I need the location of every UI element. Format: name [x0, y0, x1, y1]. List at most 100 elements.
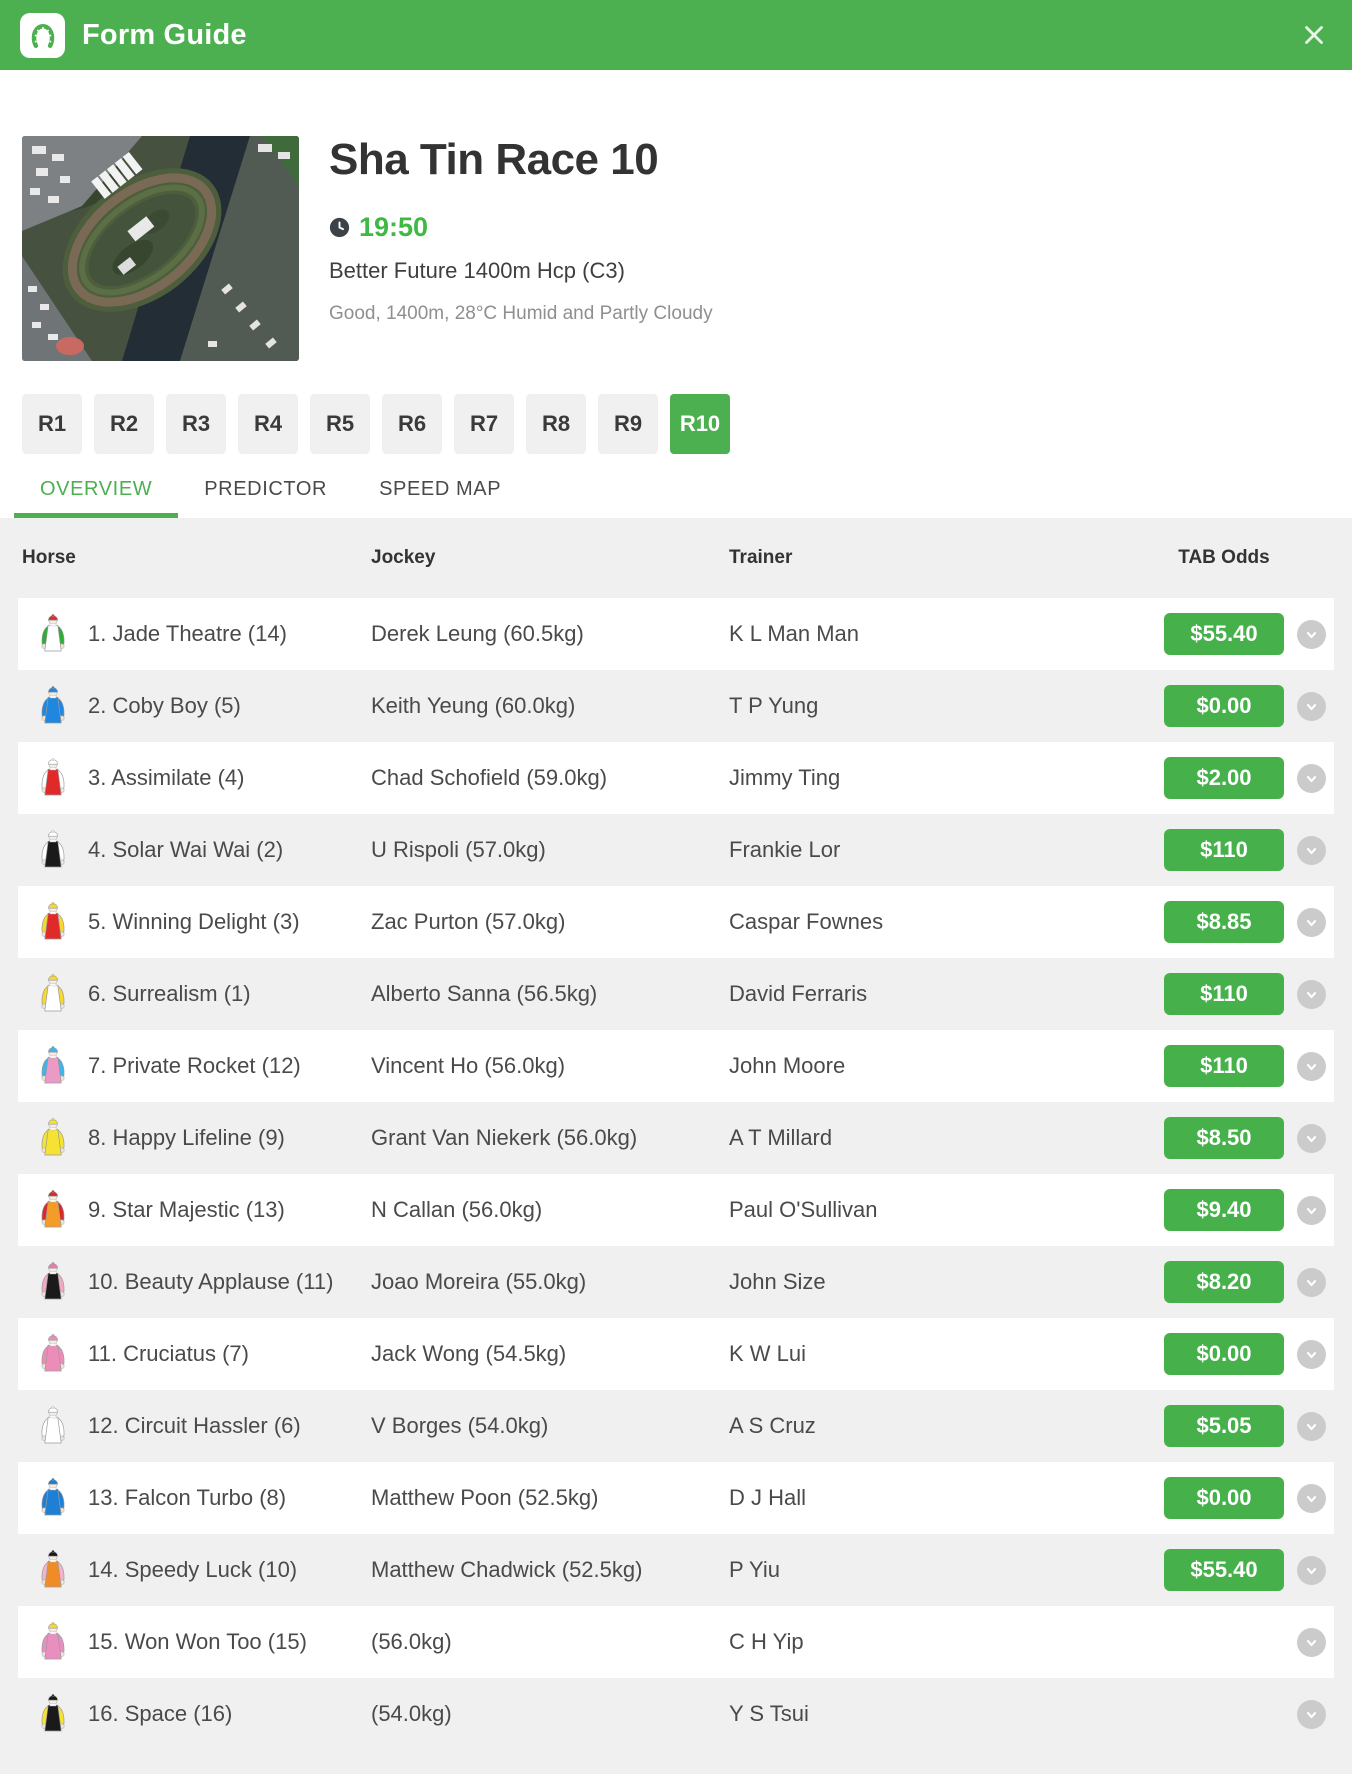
chevron-down-icon[interactable] [1297, 619, 1326, 649]
jockey-silks-icon [18, 1620, 88, 1664]
table-row[interactable]: 7. Private Rocket (12) Vincent Ho (56.0k… [18, 1030, 1334, 1102]
table-row[interactable]: 8. Happy Lifeline (9) Grant Van Niekerk … [18, 1102, 1334, 1174]
chevron-down-icon[interactable] [1297, 1123, 1326, 1153]
chevron-down-icon[interactable] [1297, 1267, 1326, 1297]
jockey-name: Zac Purton (57.0kg) [371, 909, 566, 934]
table-row[interactable]: 2. Coby Boy (5) Keith Yeung (60.0kg) T P… [18, 670, 1334, 742]
jockey-name: Vincent Ho (56.0kg) [371, 1053, 566, 1078]
race-number-button[interactable]: R3 [166, 394, 226, 454]
horse-name: 11. Cruciatus (7) [88, 1341, 249, 1366]
trainer-name: P Yiu [729, 1557, 780, 1582]
tab[interactable]: OVERVIEW [14, 460, 179, 518]
table-row[interactable]: 11. Cruciatus (7) Jack Wong (54.5kg) K W… [18, 1318, 1334, 1390]
table-row[interactable]: 14. Speedy Luck (10) Matthew Chadwick (5… [18, 1534, 1334, 1606]
horseshoe-icon [20, 12, 65, 58]
table-row[interactable]: 16. Space (16) (54.0kg) Y S Tsui [18, 1678, 1334, 1750]
jockey-silks-icon [18, 1188, 88, 1232]
chevron-down-icon[interactable] [1297, 691, 1326, 721]
horse-name: 5. Winning Delight (3) [88, 909, 300, 934]
jockey-name: Alberto Sanna (56.5kg) [371, 981, 598, 1006]
odds-button[interactable]: $0.00 [1164, 1477, 1284, 1519]
trainer-name: Caspar Fownes [729, 909, 884, 934]
table-row[interactable]: 3. Assimilate (4) Chad Schofield (59.0kg… [18, 742, 1334, 814]
chevron-down-icon[interactable] [1297, 1339, 1326, 1369]
jockey-silks-icon [18, 1260, 88, 1304]
jockey-name: Grant Van Niekerk (56.0kg) [371, 1125, 638, 1150]
odds-button[interactable]: $55.40 [1164, 1549, 1284, 1591]
race-name: Better Future 1400m Hcp (C3) [329, 258, 625, 283]
race-title: Sha Tin Race 10 [329, 135, 659, 184]
chevron-down-icon[interactable] [1297, 1627, 1326, 1657]
table-row[interactable]: 13. Falcon Turbo (8) Matthew Poon (52.5k… [18, 1462, 1334, 1534]
form-guide-window: Form Guide Sha Tin Race 10 19:50 Better … [0, 0, 1352, 1774]
chevron-down-icon[interactable] [1297, 1195, 1326, 1225]
race-number-button[interactable]: R8 [526, 394, 586, 454]
tab[interactable]: SPEED MAP [353, 460, 527, 518]
jockey-silks-icon [18, 1404, 88, 1448]
odds-button[interactable]: $55.40 [1164, 613, 1284, 655]
race-number-button[interactable]: R2 [94, 394, 154, 454]
chevron-down-icon[interactable] [1297, 1051, 1326, 1081]
race-number-button[interactable]: R9 [598, 394, 658, 454]
jockey-name: (56.0kg) [371, 1629, 452, 1654]
table-row[interactable]: 10. Beauty Applause (11) Joao Moreira (5… [18, 1246, 1334, 1318]
jockey-silks-icon [18, 972, 88, 1016]
race-number-button[interactable]: R7 [454, 394, 514, 454]
race-info: Sha Tin Race 10 19:50 Better Future 1400… [329, 136, 713, 361]
race-number-button[interactable]: R4 [238, 394, 298, 454]
jockey-name: Chad Schofield (59.0kg) [371, 765, 608, 790]
table-row[interactable]: 1. Jade Theatre (14) Derek Leung (60.5kg… [18, 598, 1334, 670]
table-row[interactable]: 5. Winning Delight (3) Zac Purton (57.0k… [18, 886, 1334, 958]
race-number-button[interactable]: R6 [382, 394, 442, 454]
race-number-button[interactable]: R1 [22, 394, 82, 454]
table-row[interactable]: 9. Star Majestic (13) N Callan (56.0kg) … [18, 1174, 1334, 1246]
race-header: Sha Tin Race 10 19:50 Better Future 1400… [0, 70, 1352, 361]
table-header-row: Horse Jockey Trainer TAB Odds [0, 518, 1352, 598]
close-icon[interactable] [1296, 17, 1332, 53]
runners-table: Horse Jockey Trainer TAB Odds 1. Jade Th… [0, 518, 1352, 1774]
table-row[interactable]: 15. Won Won Too (15) (56.0kg) C H Yip [18, 1606, 1334, 1678]
trainer-name: T P Yung [729, 693, 819, 718]
chevron-down-icon[interactable] [1297, 763, 1326, 793]
odds-button[interactable]: $9.40 [1164, 1189, 1284, 1231]
jockey-silks-icon [18, 900, 88, 944]
horse-name: 3. Assimilate (4) [88, 765, 245, 790]
jockey-name: U Rispoli (57.0kg) [371, 837, 546, 862]
chevron-down-icon[interactable] [1297, 835, 1326, 865]
horse-name: 16. Space (16) [88, 1701, 233, 1726]
odds-button[interactable]: $0.00 [1164, 1333, 1284, 1375]
odds-button[interactable]: $2.00 [1164, 757, 1284, 799]
clock-icon [329, 217, 350, 238]
race-number-button[interactable]: R5 [310, 394, 370, 454]
horse-name: 10. Beauty Applause (11) [88, 1269, 334, 1294]
horse-name: 4. Solar Wai Wai (2) [88, 837, 284, 862]
horse-name: 8. Happy Lifeline (9) [88, 1125, 285, 1150]
table-row[interactable]: 12. Circuit Hassler (6) V Borges (54.0kg… [18, 1390, 1334, 1462]
chevron-down-icon[interactable] [1297, 979, 1326, 1009]
odds-button[interactable]: $5.05 [1164, 1405, 1284, 1447]
odds-button[interactable]: $110 [1164, 1045, 1284, 1087]
chevron-down-icon[interactable] [1297, 1483, 1326, 1513]
odds-button[interactable]: $110 [1164, 973, 1284, 1015]
odds-button[interactable]: $8.20 [1164, 1261, 1284, 1303]
odds-button[interactable]: $8.50 [1164, 1117, 1284, 1159]
racecourse-aerial-photo [22, 136, 299, 361]
chevron-down-icon[interactable] [1297, 1411, 1326, 1441]
odds-button[interactable]: $0.00 [1164, 685, 1284, 727]
jockey-silks-icon [18, 1116, 88, 1160]
odds-button[interactable]: $8.85 [1164, 901, 1284, 943]
jockey-name: N Callan (56.0kg) [371, 1197, 543, 1222]
table-row[interactable]: 6. Surrealism (1) Alberto Sanna (56.5kg)… [18, 958, 1334, 1030]
race-number-button[interactable]: R10 [670, 394, 730, 454]
tab[interactable]: PREDICTOR [178, 460, 353, 518]
jockey-silks-icon [18, 1332, 88, 1376]
jockey-silks-icon [18, 1692, 88, 1736]
chevron-down-icon[interactable] [1297, 1699, 1326, 1729]
horse-name: 7. Private Rocket (12) [88, 1053, 301, 1078]
chevron-down-icon[interactable] [1297, 1555, 1326, 1585]
chevron-down-icon[interactable] [1297, 907, 1326, 937]
table-row[interactable]: 4. Solar Wai Wai (2) U Rispoli (57.0kg) … [18, 814, 1334, 886]
jockey-silks-icon [18, 612, 88, 656]
table-body: 1. Jade Theatre (14) Derek Leung (60.5kg… [0, 598, 1352, 1750]
odds-button[interactable]: $110 [1164, 829, 1284, 871]
